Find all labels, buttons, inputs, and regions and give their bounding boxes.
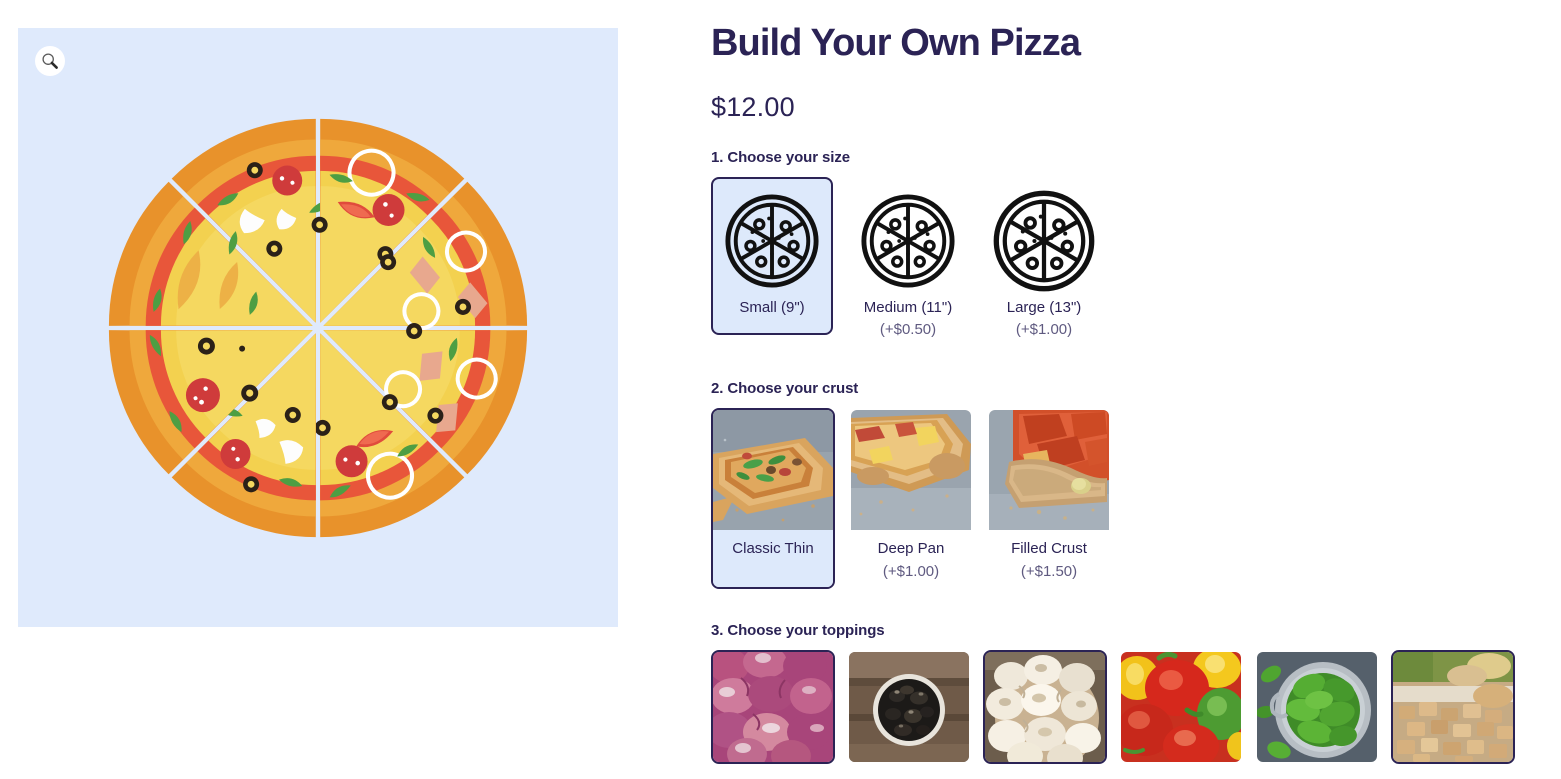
spinach-photo bbox=[1257, 651, 1377, 762]
product-price: $12.00 bbox=[711, 91, 795, 122]
size-options: Small (9") Medium (11") (+$0.50) Large (… bbox=[711, 176, 1551, 355]
topping-option-black-olives[interactable] bbox=[847, 650, 971, 764]
sliced-pizza-illustration bbox=[108, 117, 528, 538]
crust-step-heading: 2. Choose your crust bbox=[711, 380, 859, 398]
topping-options bbox=[711, 649, 1551, 764]
crust-price: (+$1.00) bbox=[882, 562, 940, 580]
crust-label: Filled Crust bbox=[1011, 540, 1087, 558]
search-icon bbox=[42, 53, 58, 69]
topping-option-bell-peppers[interactable] bbox=[1119, 650, 1243, 764]
thin-crust-pizza-photo bbox=[713, 410, 833, 531]
topping-option-spinach[interactable] bbox=[1255, 650, 1379, 764]
crust-label: Classic Thin bbox=[732, 540, 814, 558]
topping-option-red-onions[interactable] bbox=[711, 649, 835, 764]
toppings-step-heading: 3. Choose your toppings bbox=[711, 621, 885, 639]
product-image-panel bbox=[18, 28, 618, 627]
size-price: (+$0.50) bbox=[879, 321, 937, 339]
size-step-heading: 1. Choose your size bbox=[711, 148, 850, 166]
crust-text: Filled Crust (+$1.50) bbox=[989, 530, 1109, 594]
chicken-photo bbox=[1393, 651, 1513, 762]
zoom-magnifier-button[interactable] bbox=[35, 46, 65, 76]
bell-peppers-photo bbox=[1121, 651, 1241, 762]
size-label: Medium (11") bbox=[863, 298, 953, 316]
size-price: (+$1.00) bbox=[1015, 321, 1073, 339]
crust-text: Classic Thin bbox=[713, 530, 833, 587]
black-olives-photo bbox=[849, 651, 969, 762]
crust-options: Classic Thin Deep Pan (+$1.00) Filled Cr… bbox=[711, 408, 1551, 596]
size-label: Small (9") bbox=[739, 298, 805, 316]
crust-option-filled-crust[interactable]: Filled Crust (+$1.50) bbox=[987, 408, 1111, 596]
topping-option-mushrooms[interactable] bbox=[983, 649, 1107, 764]
mushrooms-photo bbox=[985, 651, 1105, 762]
crust-option-classic-thin[interactable]: Classic Thin bbox=[711, 408, 835, 589]
pizza-slices-icon bbox=[855, 189, 961, 293]
pizza-slices-icon bbox=[991, 189, 1097, 293]
size-option-large[interactable]: Large (13") (+$1.00) bbox=[983, 177, 1105, 355]
crust-text: Deep Pan (+$1.00) bbox=[851, 530, 971, 594]
configurator-column: Build Your Own Pizza $12.00 1. Choose yo… bbox=[711, 22, 1551, 764]
size-label: Large (13") bbox=[1006, 298, 1082, 316]
size-option-medium[interactable]: Medium (11") (+$0.50) bbox=[847, 177, 969, 355]
size-option-small[interactable]: Small (9") bbox=[711, 176, 833, 336]
crust-price: (+$1.50) bbox=[1020, 562, 1078, 580]
filled-crust-pizza-photo bbox=[989, 410, 1109, 531]
pizza-slices-icon bbox=[719, 189, 825, 293]
topping-option-chicken[interactable] bbox=[1391, 649, 1515, 764]
crust-option-deep-pan[interactable]: Deep Pan (+$1.00) bbox=[849, 408, 973, 596]
deep-pan-pizza-photo bbox=[851, 410, 971, 531]
red-onions-photo bbox=[713, 651, 833, 762]
product-configurator-page: Build Your Own Pizza $12.00 1. Choose yo… bbox=[0, 0, 1561, 779]
page-title: Build Your Own Pizza bbox=[711, 22, 1081, 64]
crust-label: Deep Pan bbox=[877, 540, 945, 558]
